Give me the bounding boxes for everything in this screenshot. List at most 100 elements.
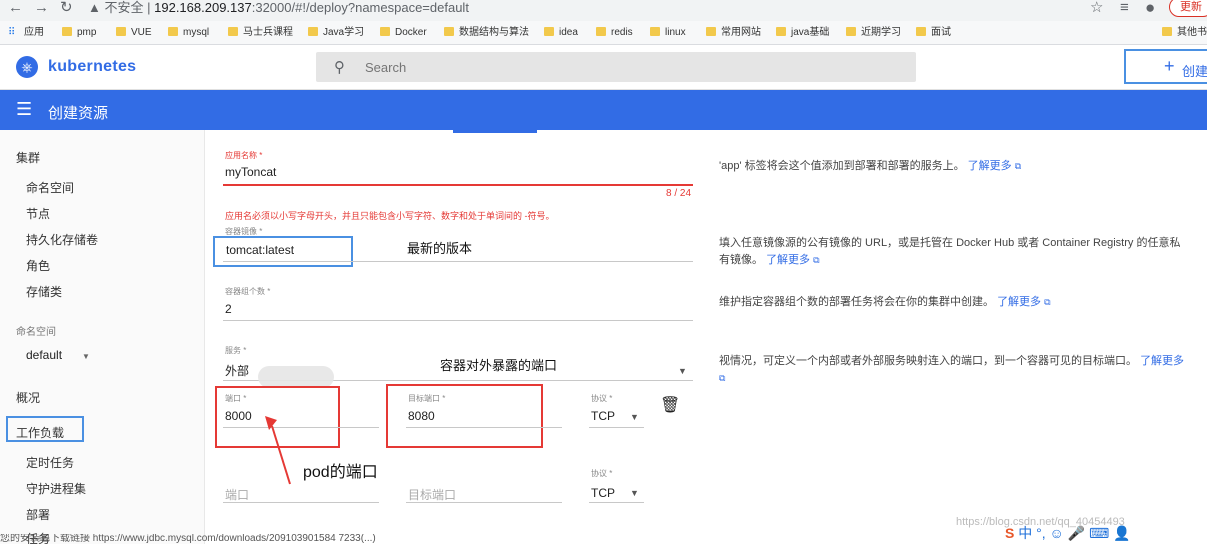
protocol2-underline [589, 502, 644, 503]
learn-more-link[interactable]: 了解更多 [766, 254, 810, 266]
star-icon[interactable]: ☆ [1090, 0, 1103, 16]
target-port2-input[interactable]: 目标端口 [408, 486, 456, 503]
bookmark-apps[interactable]: 应用 [24, 27, 44, 39]
bookmark-item[interactable]: 其他书 [1162, 27, 1207, 39]
bookmark-item[interactable]: mysql [168, 27, 209, 39]
folder-icon [116, 27, 126, 36]
external-link-icon: ⧉ [1044, 297, 1051, 307]
bookmark-item[interactable]: pmp [62, 27, 96, 39]
app-name-underline [223, 184, 693, 186]
external-link-icon: ⧉ [813, 255, 820, 265]
update-button[interactable]: 更新 [1169, 0, 1207, 17]
app-name-label: 应用名称 * [225, 151, 263, 160]
app-name-input[interactable]: myToncat [225, 165, 276, 179]
folder-icon [308, 27, 318, 36]
bookmark-item[interactable]: redis [596, 27, 633, 39]
menu-icon[interactable]: ☰ [16, 99, 32, 119]
forward-icon[interactable]: → [34, 0, 49, 16]
service-select[interactable]: 外部 [225, 362, 249, 379]
hint-service: 视情况，可定义一个内部或者外部服务映射连入的端口，到一个容器可见的目标端口。 了… [719, 355, 1185, 383]
protocol2-dropdown-icon[interactable]: ▼ [630, 488, 639, 498]
bookmark-item[interactable]: 面试 [916, 27, 951, 39]
protocol-label: 协议 * [591, 394, 613, 403]
learn-more-link[interactable]: 了解更多 [968, 160, 1012, 172]
keyboard-icon[interactable]: ⌨ [1089, 525, 1109, 541]
bookmark-item[interactable]: idea [544, 27, 578, 39]
target-port2-underline [406, 502, 562, 503]
pods-underline [223, 320, 693, 321]
protocol2-select[interactable]: TCP [591, 486, 615, 500]
user-icon[interactable]: 👤 [1113, 525, 1130, 541]
insecure-label: 不安全 [104, 0, 144, 15]
hint-pods: 维护指定容器组个数的部署任务将会在你的集群中创建。 了解更多 ⧉ [719, 296, 1051, 308]
sidebar-item-storage-classes[interactable]: 存储类 [26, 283, 62, 300]
service-label: 服务 * [225, 346, 247, 355]
target-port-input[interactable]: 8080 [408, 409, 435, 423]
reading-list-icon[interactable]: ≡ [1120, 0, 1129, 16]
brand-name[interactable]: kubernetes [48, 58, 136, 76]
arrow-annotation [265, 416, 291, 485]
sidebar-item-nodes[interactable]: 节点 [26, 205, 50, 222]
sidebar-item-overview[interactable]: 概况 [16, 389, 40, 406]
bookmark-item[interactable]: Java学习 [308, 27, 364, 39]
ime-toolbar[interactable]: S 中 °, ☺ 🎤 ⌨ 👤 [1005, 522, 1207, 544]
folder-icon [444, 27, 454, 36]
sidebar-item-namespaces[interactable]: 命名空间 [26, 179, 74, 196]
active-tab-indicator [453, 130, 537, 133]
microphone-icon[interactable]: 🎤 [1068, 525, 1085, 541]
bookmark-item[interactable]: java基础 [776, 27, 829, 39]
folder-icon [168, 27, 178, 36]
search-placeholder: Search [365, 60, 407, 75]
create-button[interactable]: + 创建 [1124, 49, 1207, 84]
sidebar-item-daemonsets[interactable]: 守护进程集 [26, 480, 86, 497]
port2-input[interactable]: 端口 [225, 486, 249, 503]
learn-more-link[interactable]: 了解更多 [1140, 355, 1184, 367]
sidebar-item-workloads[interactable]: 工作负载 [16, 424, 64, 441]
annotation-latest: 最新的版本 [407, 241, 473, 256]
delete-icon[interactable]: 🗑 [660, 395, 680, 415]
app-name-counter: 8 / 24 [666, 188, 692, 199]
punctuation-icon[interactable]: °, [1036, 525, 1046, 541]
sidebar-item-cronjobs[interactable]: 定时任务 [26, 454, 74, 471]
emoji-icon[interactable]: ☺ [1050, 525, 1064, 541]
bookmark-item[interactable]: 马士兵课程 [228, 27, 293, 39]
blur-redaction [258, 366, 334, 388]
profile-icon[interactable]: ● [1145, 0, 1155, 16]
folder-icon [650, 27, 660, 36]
chinese-mode-icon[interactable]: 中 [1018, 525, 1032, 541]
folder-icon [1162, 27, 1172, 36]
bookmark-item[interactable]: 数据结构与算法 [444, 27, 529, 39]
url-host: 192.168.209.137 [154, 0, 252, 15]
service-dropdown-icon[interactable]: ▼ [678, 366, 687, 376]
folder-icon [846, 27, 856, 36]
back-icon[interactable]: ← [8, 0, 23, 16]
plus-icon: + [1164, 56, 1175, 76]
protocol-select[interactable]: TCP [591, 409, 615, 423]
port-label: 端口 * [225, 394, 247, 403]
port-input[interactable]: 8000 [225, 409, 252, 423]
image-input[interactable]: tomcat:latest [226, 243, 294, 257]
pods-input[interactable]: 2 [225, 302, 232, 316]
namespace-heading: 命名空间 [16, 327, 56, 338]
folder-icon [706, 27, 716, 36]
bookmark-item[interactable]: 常用网站 [706, 27, 761, 39]
protocol-underline [589, 427, 644, 428]
namespace-select[interactable]: default ▼ [26, 348, 90, 362]
sidebar-item-deployments[interactable]: 部署 [26, 506, 50, 523]
bookmark-item[interactable]: Docker [380, 27, 427, 39]
learn-more-link[interactable]: 了解更多 [997, 296, 1041, 308]
url-path: :32000/#!/deploy?namespace=default [251, 0, 469, 15]
apps-icon[interactable]: ⠿ [8, 27, 15, 39]
reload-icon[interactable]: ↻ [60, 0, 73, 16]
protocol-dropdown-icon[interactable]: ▼ [630, 412, 639, 422]
bookmark-item[interactable]: 近期学习 [846, 27, 901, 39]
folder-icon [596, 27, 606, 36]
kubernetes-logo-icon[interactable]: ⎈ [16, 56, 38, 78]
sidebar-item-persistent-volumes[interactable]: 持久化存储卷 [26, 231, 98, 248]
bookmark-item[interactable]: VUE [116, 27, 152, 39]
address-bar[interactable]: ▲ 不安全 | 192.168.209.137:32000/#!/deploy?… [88, 0, 469, 15]
search-icon: ⚲ [334, 59, 345, 76]
sidebar-item-roles[interactable]: 角色 [26, 257, 50, 274]
sidebar-heading-cluster[interactable]: 集群 [16, 149, 40, 166]
bookmark-item[interactable]: linux [650, 27, 686, 39]
